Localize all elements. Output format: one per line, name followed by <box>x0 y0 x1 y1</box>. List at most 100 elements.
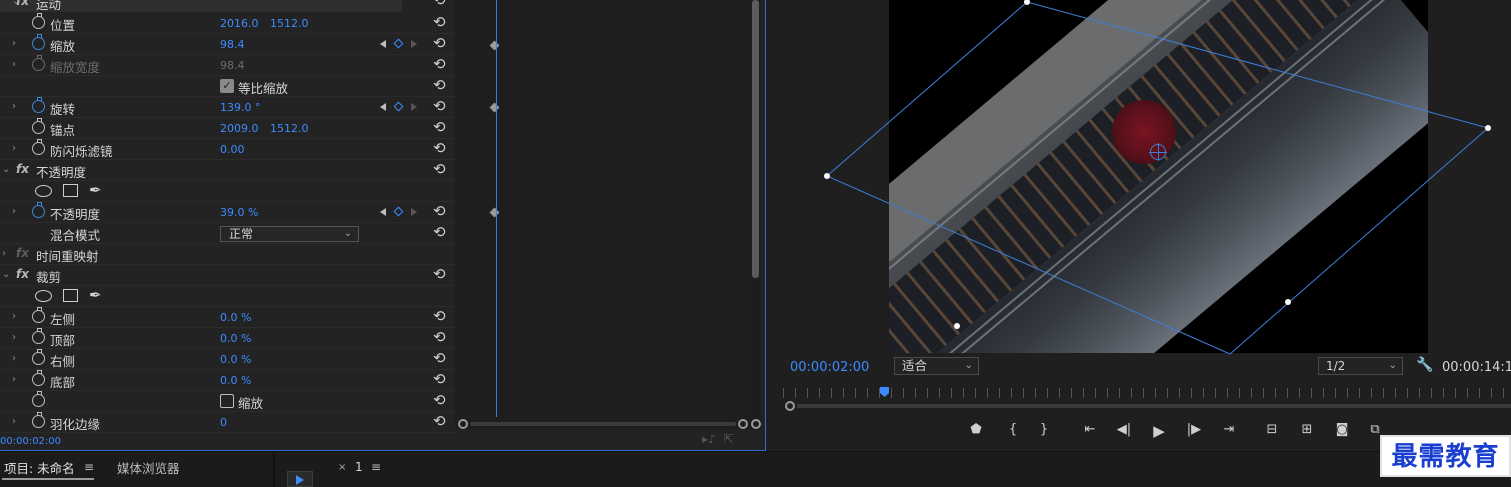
zoom-bar[interactable] <box>797 404 1511 408</box>
expand-chevron-icon[interactable]: › <box>12 311 16 322</box>
zoom-bar[interactable] <box>470 422 736 426</box>
expand-chevron-icon[interactable]: › <box>12 38 16 49</box>
anchor-y-value[interactable]: 1512.0 <box>270 122 309 135</box>
reset-icon[interactable]: ⟲ <box>433 160 446 178</box>
expand-chevron-icon[interactable]: › <box>12 101 16 112</box>
rectangle-mask-icon[interactable] <box>63 184 78 197</box>
collapse-chevron-icon[interactable]: ⌄ <box>2 164 10 175</box>
scrollbar-thumb[interactable] <box>752 0 759 278</box>
stopwatch-icon[interactable] <box>32 328 45 344</box>
position-y-value[interactable]: 1512.0 <box>270 17 309 30</box>
reset-icon[interactable]: ⟲ <box>433 97 446 115</box>
reset-icon[interactable]: ⟲ <box>433 349 446 367</box>
pen-mask-icon[interactable]: ✒ <box>89 181 102 199</box>
fx-icon[interactable]: fx <box>16 267 29 281</box>
effect-current-time[interactable]: 00:00:02:00 <box>0 436 61 447</box>
export-frame-icon[interactable]: ◙ <box>1331 422 1353 437</box>
resolution-select[interactable]: 1/2 ⌄ <box>1318 357 1403 375</box>
add-keyframe-icon[interactable] <box>393 38 404 49</box>
reset-icon[interactable]: ⟲ <box>433 412 446 430</box>
reset-icon[interactable]: ⟲ <box>433 76 446 94</box>
next-keyframe-icon[interactable] <box>411 40 417 48</box>
stopwatch-icon[interactable] <box>32 202 45 218</box>
scrollbar-handle[interactable] <box>751 419 761 429</box>
ellipse-mask-icon[interactable] <box>35 185 52 197</box>
expand-chevron-icon[interactable]: › <box>2 248 6 259</box>
fx-icon[interactable]: fx <box>16 0 29 8</box>
anchor-x-value[interactable]: 2009.0 <box>220 122 259 135</box>
reset-icon[interactable]: ⟲ <box>433 307 446 325</box>
stopwatch-icon[interactable] <box>32 97 45 113</box>
zoom-handle-left[interactable] <box>785 401 795 411</box>
anti-flicker-value[interactable]: 0.00 <box>220 143 245 156</box>
opacity-header[interactable]: ⌄ fx 不透明度 ⟲ <box>0 160 455 181</box>
stopwatch-icon[interactable] <box>32 118 45 134</box>
uniform-scale-checkbox[interactable]: ✓ <box>220 79 234 93</box>
effect-playhead[interactable] <box>496 0 497 417</box>
opacity-value[interactable]: 39.0 % <box>220 206 258 219</box>
effect-timeline[interactable] <box>455 0 751 430</box>
stopwatch-icon[interactable] <box>32 139 45 155</box>
mark-out-icon[interactable]: } <box>1033 422 1055 437</box>
reset-icon[interactable]: ⟲ <box>433 223 446 241</box>
project-panel-menu-icon[interactable]: ≡ <box>84 460 94 474</box>
reset-icon[interactable]: ⟲ <box>433 55 446 73</box>
expand-chevron-icon[interactable]: › <box>12 332 16 343</box>
keyframe-diamond-icon[interactable] <box>489 207 500 218</box>
keyframe-nav[interactable] <box>380 38 420 50</box>
lift-icon[interactable]: ⊟ <box>1261 422 1283 437</box>
expand-chevron-icon[interactable]: › <box>12 353 16 364</box>
stopwatch-icon[interactable] <box>32 391 45 407</box>
time-remap-header[interactable]: › fx 时间重映射 <box>0 244 455 265</box>
add-keyframe-icon[interactable] <box>393 206 404 217</box>
collapse-chevron-icon[interactable]: ⌄ <box>2 269 10 280</box>
media-browser-tab[interactable]: 媒体浏览器 <box>117 458 180 477</box>
go-to-in-icon[interactable]: ⇤ <box>1079 422 1101 437</box>
expand-chevron-icon[interactable]: › <box>12 374 16 385</box>
keyframe-nav[interactable] <box>380 101 420 113</box>
position-x-value[interactable]: 2016.0 <box>220 17 259 30</box>
next-keyframe-icon[interactable] <box>411 103 417 111</box>
pen-mask-icon[interactable]: ✒ <box>89 286 102 304</box>
stopwatch-icon[interactable] <box>32 34 45 50</box>
reset-icon[interactable]: ⟲ <box>433 0 446 9</box>
anchor-point-crosshair-icon[interactable] <box>1149 143 1167 161</box>
reset-icon[interactable]: ⟲ <box>433 328 446 346</box>
stopwatch-icon[interactable] <box>32 412 45 428</box>
fx-icon[interactable]: fx <box>16 162 29 176</box>
expand-chevron-icon[interactable]: › <box>12 206 16 217</box>
stopwatch-icon[interactable] <box>32 349 45 365</box>
add-keyframe-icon[interactable] <box>393 101 404 112</box>
reset-icon[interactable]: ⟲ <box>433 370 446 388</box>
reset-icon[interactable]: ⟲ <box>433 202 446 220</box>
crop-zoom-checkbox[interactable] <box>220 394 234 408</box>
export-icon[interactable]: ⇱ <box>723 432 733 446</box>
crop-bottom-value[interactable]: 0.0 % <box>220 374 251 387</box>
prev-keyframe-icon[interactable] <box>380 208 386 216</box>
prev-keyframe-icon[interactable] <box>380 40 386 48</box>
go-to-out-icon[interactable]: ⇥ <box>1218 422 1240 437</box>
sequence-tab[interactable]: 1 <box>355 460 363 474</box>
expand-chevron-icon[interactable]: › <box>12 59 16 70</box>
vertical-scrollbar[interactable] <box>751 0 761 430</box>
crop-right-value[interactable]: 0.0 % <box>220 353 251 366</box>
mark-in-icon[interactable]: { <box>1002 422 1024 437</box>
step-forward-icon[interactable]: |▶ <box>1183 422 1205 437</box>
timeline-zoom-scrollbar[interactable] <box>458 419 748 429</box>
stopwatch-icon[interactable] <box>32 307 45 323</box>
feather-value[interactable]: 0 <box>220 416 227 429</box>
reset-icon[interactable]: ⟲ <box>433 139 446 157</box>
monitor-zoom-scrollbar[interactable] <box>785 401 1511 411</box>
ellipse-mask-icon[interactable] <box>35 290 52 302</box>
crop-left-value[interactable]: 0.0 % <box>220 311 251 324</box>
zoom-fit-select[interactable]: 适合 ⌄ <box>894 357 979 375</box>
crop-top-value[interactable]: 0.0 % <box>220 332 251 345</box>
stopwatch-icon[interactable] <box>32 13 45 29</box>
audio-icon[interactable]: ▸♪ <box>702 432 716 446</box>
selection-tool-icon[interactable] <box>287 471 313 487</box>
monitor-time-ruler[interactable] <box>783 388 1511 398</box>
prev-keyframe-icon[interactable] <box>380 103 386 111</box>
zoom-handle-left[interactable] <box>458 419 468 429</box>
scale-value[interactable]: 98.4 <box>220 38 245 51</box>
blend-mode-select[interactable]: 正常 ⌄ <box>220 226 359 242</box>
